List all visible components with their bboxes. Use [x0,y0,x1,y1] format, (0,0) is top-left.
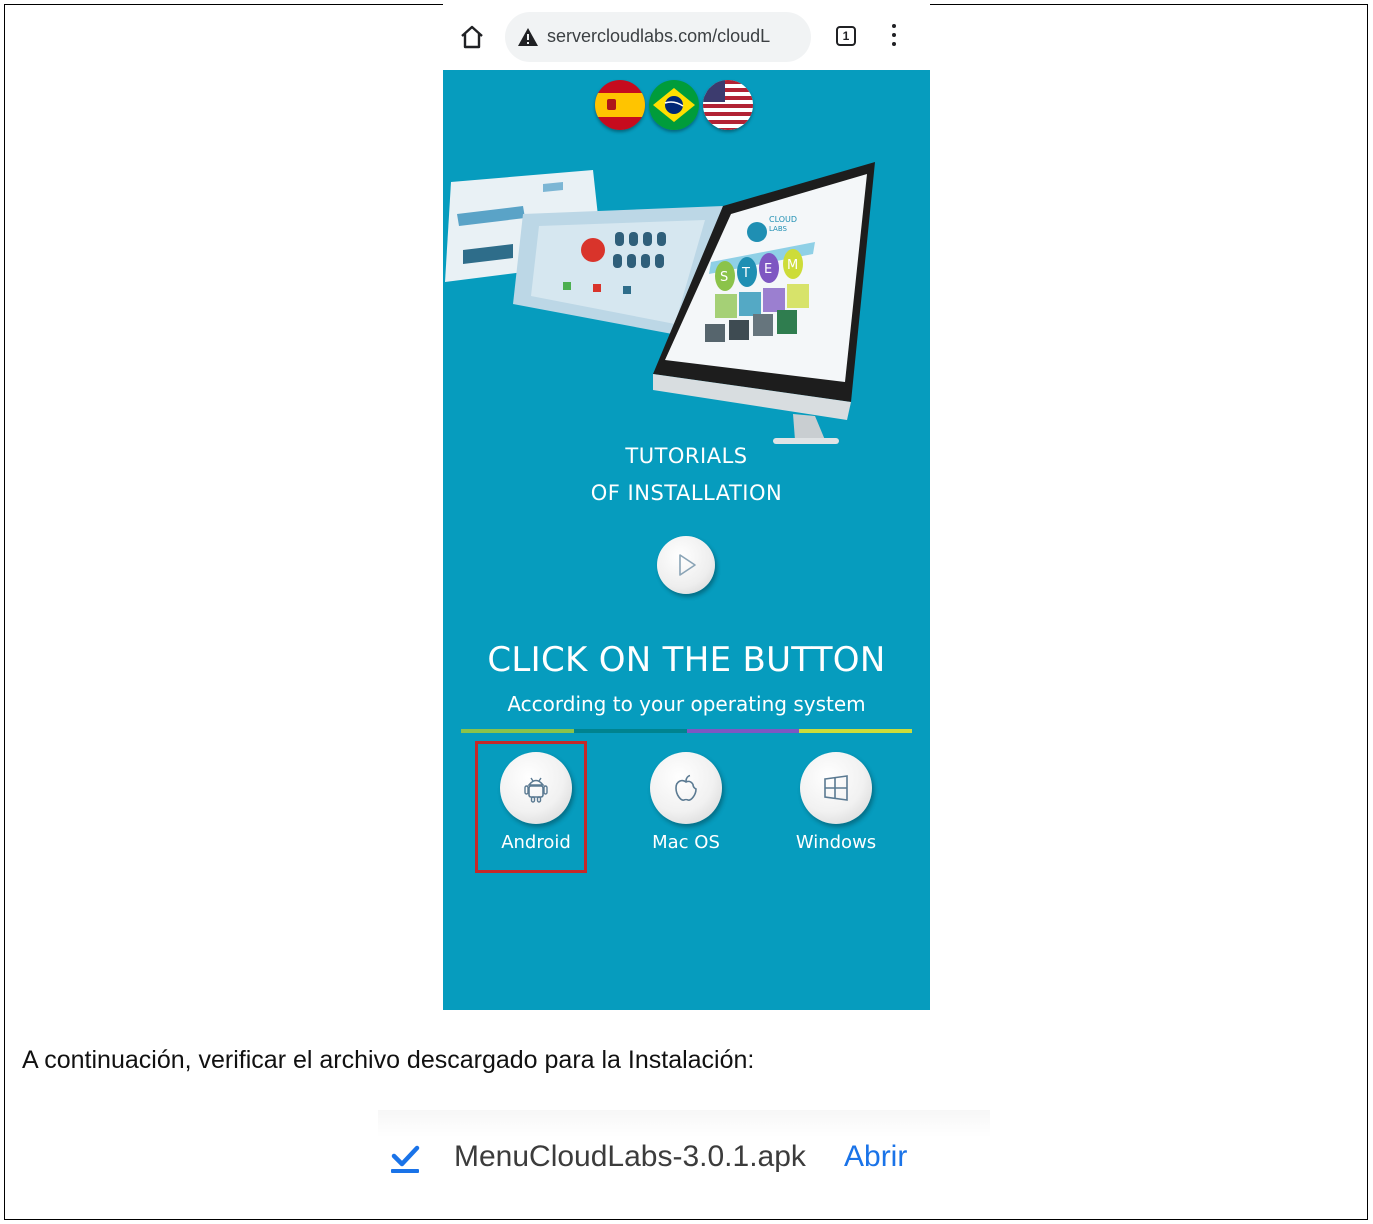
tutorials-title-line2: OF INSTALLATION [590,481,783,505]
macos-label[interactable]: Mac OS [621,832,751,853]
tutorials-title-line1: TUTORIALS [625,444,748,468]
brazil-flag-icon[interactable] [649,80,699,130]
tab-switcher-button[interactable]: 1 [836,26,856,46]
windows-button[interactable] [800,752,872,824]
download-complete-icon [391,1145,420,1173]
stem-letter-s: S [720,270,728,285]
android-highlight-box [475,741,587,873]
home-icon[interactable] [459,24,485,50]
address-bar[interactable]: servercloudlabs.com/cloudL [505,12,811,62]
screen-brand-top: CLOUD [769,215,797,224]
color-divider [461,729,912,733]
warning-icon[interactable] [517,27,539,47]
open-file-link[interactable]: Abrir [844,1140,907,1174]
stem-letter-m: M [787,258,798,273]
windows-icon [824,775,848,801]
browser-toolbar: servercloudlabs.com/cloudL 1 [443,4,930,70]
monitor-illustration: CLOUD LABS S T E M [653,162,875,444]
spain-flag-icon[interactable] [595,80,645,130]
cta-subtitle: According to your operating system [507,692,866,716]
apple-icon [675,774,697,801]
stem-letter-t: T [741,266,750,281]
stem-letter-e: E [764,262,772,277]
play-icon [679,554,696,576]
play-tutorial-button[interactable] [657,536,715,594]
instruction-text: A continuación, verificar el archivo des… [22,1046,755,1074]
downloaded-filename: MenuCloudLabs-3.0.1.apk [454,1140,806,1173]
phone-screenshot: servercloudlabs.com/cloudL 1 CLOUD LABS … [443,4,930,1010]
cta-title: CLICK ON THE BUTTON [487,640,886,680]
overflow-menu-icon[interactable] [890,24,898,50]
usa-flag-icon[interactable] [703,80,753,130]
screen-brand-bottom: LABS [769,225,788,233]
windows-label[interactable]: Windows [771,832,901,853]
download-notification: MenuCloudLabs-3.0.1.apk Abrir [378,1110,990,1202]
url-text[interactable]: servercloudlabs.com/cloudL [547,26,797,47]
macos-button[interactable] [650,752,722,824]
hero-illustration: CLOUD LABS S T E M [445,162,875,444]
